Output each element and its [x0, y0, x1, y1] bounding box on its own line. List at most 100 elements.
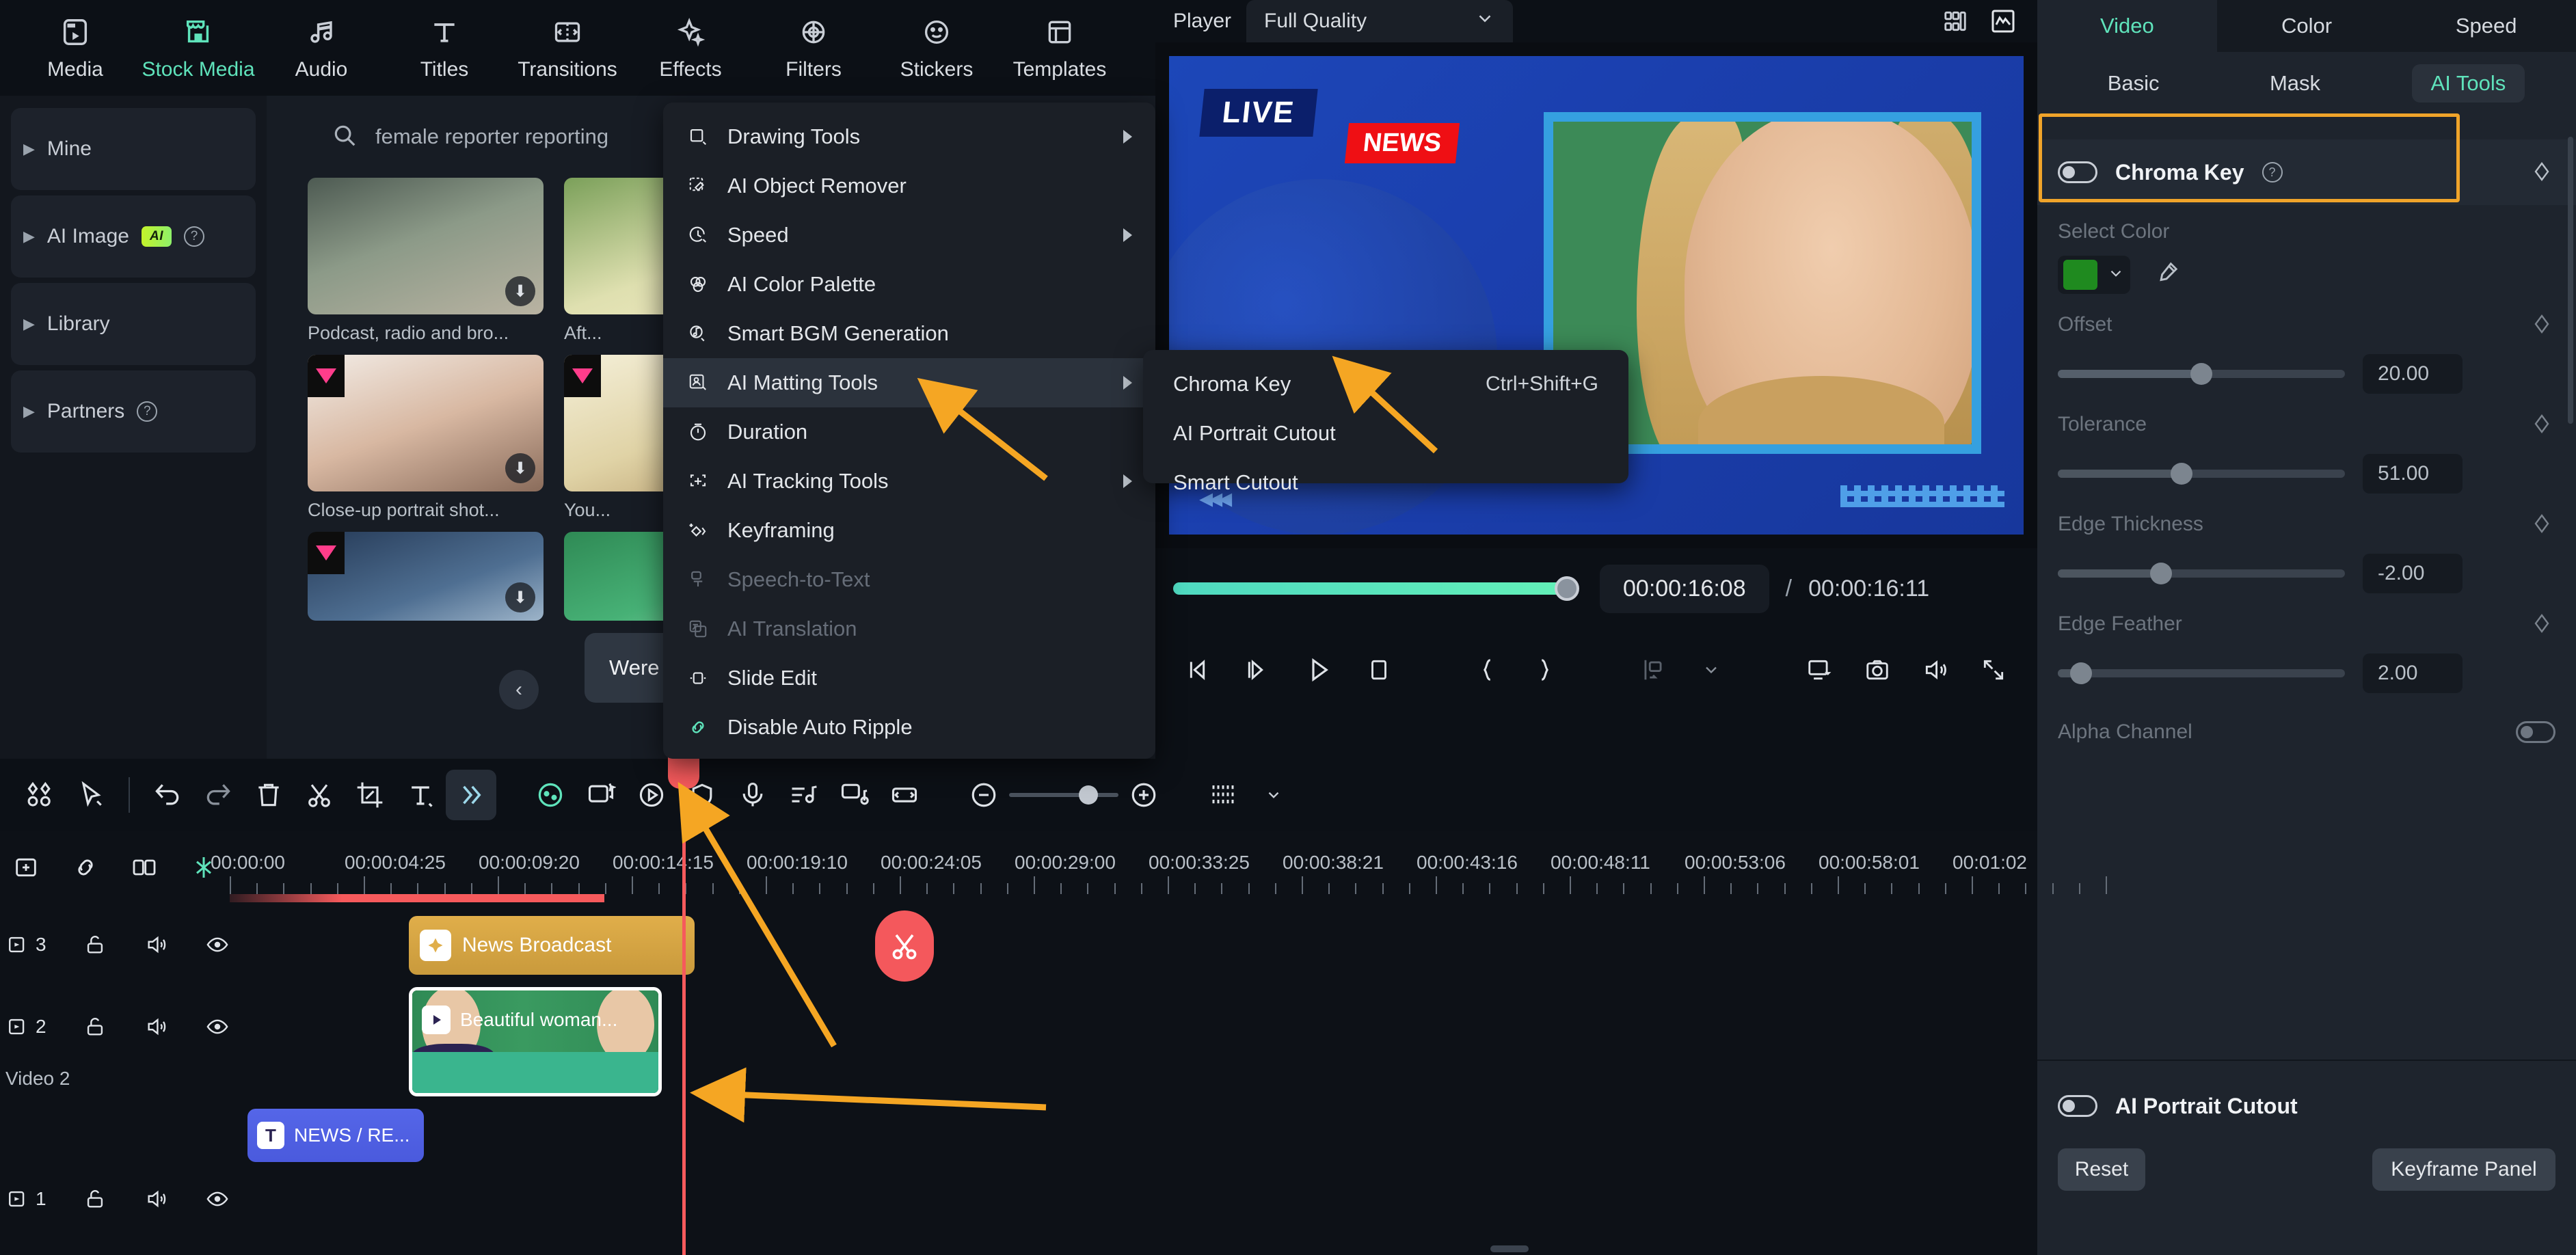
tab-speed[interactable]: Speed [2396, 0, 2576, 52]
audio-detach-icon[interactable] [829, 770, 879, 820]
quality-dropdown[interactable]: Full Quality [1246, 0, 1514, 42]
add-track-icon[interactable] [7, 846, 46, 889]
timeline-ruler[interactable]: 00:00:00 00:00:04:25 00:00:09:20 00:00:14:1… [211, 831, 2107, 904]
chroma-key-row[interactable]: Chroma Key ? [2037, 139, 2576, 205]
hide-track-icon[interactable] [206, 1183, 230, 1215]
mark-in-button[interactable] [1469, 651, 1504, 689]
volume-button[interactable] [1918, 651, 1953, 689]
ai-matting-submenu[interactable]: Chroma Key Ctrl+Shift+G AI Portrait Cuto… [1143, 350, 1628, 494]
waveform-scope-icon[interactable] [1987, 5, 2020, 38]
link-tracks-icon[interactable] [66, 846, 105, 889]
add-marker-button[interactable] [1635, 651, 1670, 689]
zoom-in-icon[interactable] [1118, 770, 1169, 820]
subtab-mask[interactable]: Mask [2251, 64, 2339, 103]
help-icon[interactable]: ? [137, 401, 158, 422]
slider-thumb[interactable] [2150, 563, 2173, 584]
lock-track-icon[interactable] [83, 1011, 107, 1042]
keyframe-panel-button[interactable]: Keyframe Panel [2372, 1148, 2555, 1191]
panel-scrollbar[interactable] [2568, 137, 2573, 424]
sidebar-item-ai-image[interactable]: ▶ AI Image AI ? [11, 195, 256, 278]
split-indicator-icon[interactable] [875, 910, 934, 982]
record-voiceover-icon[interactable] [727, 770, 778, 820]
edge-feather-value[interactable]: 2.00 [2363, 653, 2463, 693]
edge-thickness-value[interactable]: -2.00 [2363, 554, 2463, 593]
menu-item-slide-edit[interactable]: Slide Edit [663, 653, 1155, 703]
eyedropper-icon[interactable] [2154, 260, 2179, 290]
keyframe-diamond-icon[interactable] [2530, 511, 2555, 537]
download-icon[interactable]: ⬇ [505, 582, 535, 612]
color-match-icon[interactable] [525, 770, 576, 820]
tolerance-slider[interactable] [2058, 463, 2345, 485]
fit-to-screen-icon[interactable] [879, 770, 930, 820]
keyframe-diamond-icon[interactable] [2530, 411, 2555, 437]
render-preview-button[interactable] [1801, 651, 1836, 689]
auto-reframe-icon[interactable] [576, 770, 626, 820]
grid-layout-icon[interactable] [1939, 5, 1972, 38]
help-icon[interactable]: ? [183, 226, 204, 247]
more-tools-icon[interactable] [446, 770, 496, 820]
split-scissors-icon[interactable] [294, 770, 345, 820]
stop-button[interactable] [1361, 651, 1396, 689]
scrubber-knob[interactable] [1555, 576, 1579, 601]
offset-value[interactable]: 20.00 [2363, 354, 2463, 394]
crop-icon[interactable] [345, 770, 395, 820]
ai-portrait-cutout-toggle[interactable] [2058, 1095, 2097, 1117]
tab-filters[interactable]: Filters [752, 3, 875, 92]
playhead[interactable] [668, 752, 699, 1255]
timeline-settings-icon[interactable] [1198, 770, 1248, 820]
sidebar-item-partners[interactable]: ▶ Partners ? [11, 370, 256, 453]
download-icon[interactable]: ⬇ [505, 453, 535, 483]
menu-item-drawing-tools[interactable]: Drawing Tools [663, 112, 1155, 161]
reset-button[interactable]: Reset [2058, 1148, 2145, 1191]
keyframe-diamond-icon[interactable] [2530, 159, 2555, 185]
zoom-slider-thumb[interactable] [1079, 785, 1098, 805]
tab-titles[interactable]: Titles [383, 3, 506, 92]
audio-mixer-icon[interactable] [778, 770, 829, 820]
clip-beautiful-woman[interactable]: Beautiful woman... [409, 987, 662, 1096]
menu-item-smart-bgm-generation[interactable]: Smart BGM Generation [663, 309, 1155, 358]
submenu-item-ai-portrait-cutout[interactable]: AI Portrait Cutout [1143, 409, 1628, 458]
mark-out-button[interactable] [1527, 651, 1562, 689]
submenu-item-smart-cutout[interactable]: Smart Cutout [1143, 458, 1628, 507]
slider-thumb[interactable] [2069, 662, 2092, 684]
sidebar-item-mine[interactable]: ▶ Mine [11, 108, 256, 190]
offset-slider[interactable] [2058, 363, 2345, 385]
current-timecode[interactable]: 00:00:16:08 [1600, 564, 1769, 613]
slider-thumb[interactable] [2170, 463, 2192, 485]
menu-item-ai-object-remover[interactable]: AI Object Remover [663, 161, 1155, 211]
menu-item-ai-tracking-tools[interactable]: AI Tracking Tools [663, 457, 1155, 506]
menu-item-disable-auto-ripple[interactable]: Disable Auto Ripple [663, 703, 1155, 752]
tab-video[interactable]: Video [2037, 0, 2217, 52]
play-button[interactable] [1298, 651, 1339, 689]
mute-track-icon[interactable] [144, 929, 168, 960]
hide-track-icon[interactable] [206, 929, 230, 960]
submenu-item-chroma-key[interactable]: Chroma Key Ctrl+Shift+G [1143, 360, 1628, 409]
subtab-basic[interactable]: Basic [2089, 64, 2179, 103]
download-icon[interactable]: ⬇ [505, 276, 535, 306]
zoom-slider[interactable] [1009, 785, 1118, 805]
help-icon[interactable]: ? [2262, 162, 2283, 183]
chroma-key-toggle[interactable] [2058, 161, 2097, 183]
add-text-icon[interactable] [395, 770, 446, 820]
menu-item-ai-color-palette[interactable]: AI Color Palette [663, 260, 1155, 309]
tab-templates[interactable]: Templates [998, 3, 1121, 92]
group-tracks-icon[interactable] [125, 846, 164, 889]
timeline-horizontal-scrollbar[interactable] [232, 1245, 1983, 1252]
mute-track-icon[interactable] [144, 1183, 168, 1215]
clip-news-text[interactable]: T NEWS / RE... [247, 1109, 424, 1162]
subtab-ai-tools[interactable]: AI Tools [2411, 64, 2525, 103]
playback-scrubber[interactable] [1173, 576, 1579, 601]
menu-item-keyframing[interactable]: Keyframing [663, 506, 1155, 555]
next-frame-button[interactable] [1239, 651, 1274, 689]
result-card[interactable]: ⬇ Close-up portrait shot... [308, 355, 544, 521]
slider-thumb[interactable] [2190, 363, 2212, 385]
lock-track-icon[interactable] [83, 1183, 107, 1215]
result-card[interactable]: ⬇ [308, 532, 544, 621]
sidebar-item-library[interactable]: ▶ Library [11, 283, 256, 365]
alpha-channel-row[interactable]: Alpha Channel [2037, 693, 2576, 744]
ai-portrait-cutout-row[interactable]: AI Portrait Cutout [2037, 1073, 2576, 1139]
tolerance-value[interactable]: 51.00 [2363, 454, 2463, 494]
result-card[interactable]: ⬇ Podcast, radio and bro... [308, 178, 544, 344]
delete-icon[interactable] [243, 770, 294, 820]
clip-news-broadcast[interactable]: News Broadcast [409, 916, 695, 975]
